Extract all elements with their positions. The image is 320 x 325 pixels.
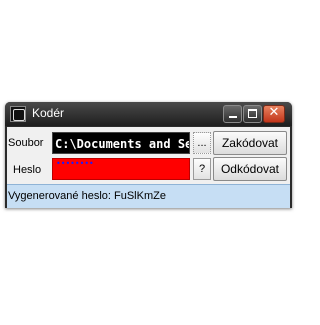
- close-icon: ✕: [268, 105, 280, 120]
- decode-button[interactable]: Odkódovat: [213, 157, 287, 181]
- close-button[interactable]: ✕: [263, 105, 285, 123]
- browse-button[interactable]: ...: [193, 132, 211, 154]
- encode-button[interactable]: Zakódovat: [213, 131, 287, 155]
- minimize-icon: [229, 116, 237, 118]
- coder-window: Kodér ✕ Soubor C:\Documents and Se ... Z…: [5, 102, 292, 208]
- title-bar[interactable]: Kodér ✕: [5, 102, 292, 126]
- maximize-button[interactable]: [243, 105, 262, 123]
- file-label: Soubor: [8, 137, 44, 149]
- password-field[interactable]: ••••••••: [52, 158, 190, 180]
- password-label: Heslo: [13, 164, 42, 176]
- help-button[interactable]: ?: [193, 158, 211, 180]
- generated-password-status: Vygenerované heslo: FuSlKmZe: [8, 190, 166, 202]
- maximize-icon: [248, 109, 257, 118]
- minimize-button[interactable]: [223, 105, 242, 123]
- file-path-field[interactable]: C:\Documents and Se: [52, 132, 190, 154]
- window-title: Kodér: [32, 106, 65, 120]
- app-icon[interactable]: [10, 106, 26, 122]
- status-bar: Vygenerované heslo: FuSlKmZe: [7, 184, 290, 208]
- window-client-area: Soubor C:\Documents and Se ... Zakódovat…: [7, 127, 290, 208]
